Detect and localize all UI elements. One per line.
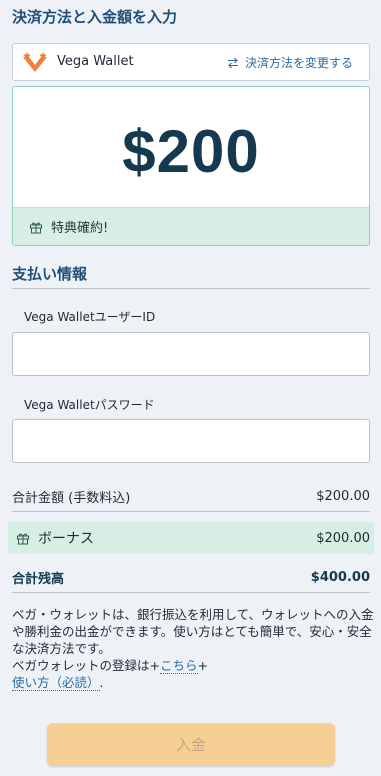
- register-link[interactable]: こちら: [159, 658, 198, 674]
- balance-value: $400.00: [310, 570, 370, 585]
- user-id-input[interactable]: [12, 332, 370, 376]
- info-usage-suffix: .: [99, 675, 104, 690]
- summary-divider: [12, 511, 370, 512]
- balance-divider: [12, 592, 370, 593]
- perk-label: 特典確約!: [51, 221, 109, 236]
- bonus-value: $200.00: [316, 530, 370, 546]
- section-divider: [12, 288, 370, 289]
- bonus-label: ボーナス: [38, 531, 94, 547]
- payment-info-title: 支払い情報: [12, 265, 88, 283]
- password-input[interactable]: [12, 419, 370, 463]
- info-register-suffix: +: [197, 658, 208, 673]
- change-method-link[interactable]: 決済方法を変更する: [227, 54, 353, 71]
- swap-icon: [227, 57, 238, 68]
- user-id-label: Vega WalletユーザーID: [24, 310, 156, 324]
- password-label: Vega Walletパスワード: [24, 398, 155, 412]
- deposit-button[interactable]: 入金: [47, 723, 335, 766]
- total-label: 合計金額 (手数料込): [12, 491, 131, 506]
- info-text: ベガ・ウォレットは、銀行振込を利用して、ウォレットへの入金や勝利金の出金ができま…: [12, 606, 374, 691]
- info-description: ベガ・ウォレットは、銀行振込を利用して、ウォレットへの入金や勝利金の出金ができま…: [12, 607, 374, 656]
- change-method-label: 決済方法を変更する: [244, 56, 353, 70]
- payment-method-card: Vega Wallet 決済方法を変更する: [12, 43, 370, 81]
- gift-icon: [17, 533, 29, 545]
- page-title: 決済方法と入金額を入力: [12, 8, 178, 26]
- usage-guide-link[interactable]: 使い方（必読）: [12, 675, 100, 691]
- bonus-row: ボーナス $200.00: [8, 522, 374, 554]
- balance-row: 合計残高 $400.00: [12, 568, 370, 587]
- deposit-amount: $200: [122, 118, 260, 185]
- balance-label: 合計残高: [12, 572, 65, 587]
- vega-wallet-logo-icon: [23, 52, 47, 72]
- perk-bar: 特典確約!: [13, 207, 369, 245]
- total-row: 合計金額 (手数料込) $200.00: [12, 487, 370, 506]
- total-value: $200.00: [316, 489, 370, 504]
- payment-method-name: Vega Wallet: [57, 54, 134, 69]
- amount-card: $200 特典確約!: [12, 86, 370, 246]
- gift-icon: [30, 221, 42, 233]
- info-register-prefix: ベガウォレットの登録は+: [12, 658, 160, 673]
